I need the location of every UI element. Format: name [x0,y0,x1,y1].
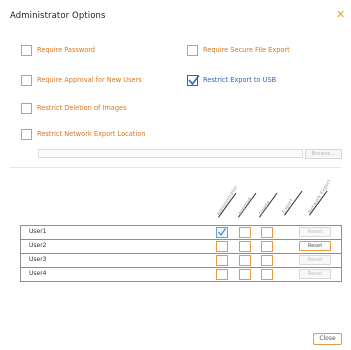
close-icon[interactable]: ✕ [336,9,345,20]
column-header-approve: Approve [238,196,254,217]
permission-checkbox[interactable] [261,255,273,266]
restrict-export-usb-checkbox[interactable] [187,74,200,86]
checkmark-icon [218,228,226,236]
checkmark-icon [188,74,200,85]
option-require-approval[interactable]: Require Approval for New Users [21,73,142,87]
permission-checkbox[interactable] [239,241,251,252]
user-name: User4 [29,270,47,277]
user-name: User2 [29,242,47,249]
option-restrict-deletion[interactable]: Restrict Deletion of Images [21,101,127,115]
require-secure-export-checkbox[interactable] [187,44,198,56]
permission-checkbox[interactable] [261,269,273,280]
permission-checkbox[interactable] [239,269,251,280]
browse-button[interactable]: Browse... [305,149,342,159]
permission-checkbox[interactable] [261,227,273,238]
export-location-input[interactable] [38,149,303,158]
option-label: Require Secure File Export [203,46,290,54]
permission-checkbox[interactable] [216,241,228,252]
reset-button[interactable]: Reset [299,269,331,279]
option-restrict-network-export[interactable]: Restrict Network Export Location [21,127,145,141]
option-require-secure-export[interactable]: Require Secure File Export [187,43,290,57]
dialog-title: Administrator Options [10,11,106,21]
section-divider [10,167,341,168]
permission-checkbox[interactable] [216,269,228,280]
column-header-export: Export [282,198,295,215]
user-name: User3 [29,256,47,263]
user-permissions-table: User1 Reset User2 Reset User3 Reset User… [20,225,342,282]
option-label: Restrict Network Export Location [37,130,146,138]
close-button[interactable]: Close [313,333,342,345]
option-label: Restrict Export to USB [203,76,277,84]
option-label: Restrict Deletion of Images [37,104,127,112]
column-header-delete: Delete [259,200,272,217]
reset-button[interactable]: Reset [299,255,331,265]
restrict-deletion-checkbox[interactable] [21,102,32,114]
user-name: User1 [29,228,47,235]
permission-checkbox[interactable] [239,227,251,238]
permission-checkbox[interactable] [261,241,273,252]
reset-button[interactable]: Reset [299,241,331,251]
administrator-options-dialog: Administrator Options ✕ Require Password… [0,0,351,350]
table-row: User3 Reset [20,253,342,267]
reset-button[interactable]: Reset [299,227,331,237]
table-row: User2 Reset [20,239,342,253]
permission-checkbox[interactable] [239,255,251,266]
option-label: Require Password [37,46,96,54]
table-row: User1 Reset [20,225,342,239]
column-header-network-export: Network Export [308,179,333,215]
permission-checkbox[interactable] [216,255,228,266]
option-label: Require Approval for New Users [37,76,142,84]
restrict-network-export-checkbox[interactable] [21,128,32,140]
option-restrict-export-usb[interactable]: Restrict Export to USB [187,73,276,87]
table-row: User4 Reset [20,267,342,282]
permission-checkbox[interactable] [216,227,228,238]
require-approval-checkbox[interactable] [21,74,32,86]
column-header-administrator: Administrator [217,185,240,217]
option-require-password[interactable]: Require Password [21,43,95,57]
require-password-checkbox[interactable] [21,44,32,56]
